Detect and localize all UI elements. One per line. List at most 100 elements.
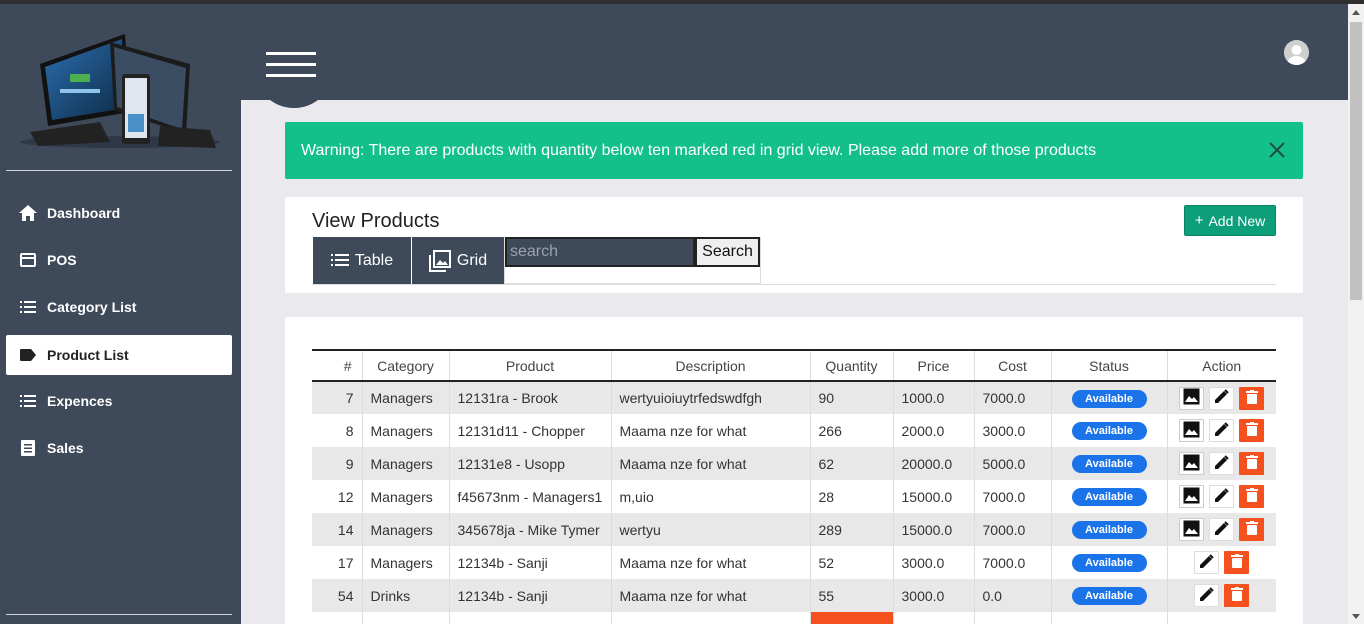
column-header[interactable]: Action bbox=[1167, 349, 1276, 382]
delete-button[interactable] bbox=[1239, 518, 1265, 541]
trash-icon bbox=[1245, 422, 1258, 439]
column-header[interactable]: Status bbox=[1051, 349, 1168, 382]
sidebar-item-label: Category List bbox=[47, 299, 137, 315]
delete-button[interactable] bbox=[1239, 452, 1265, 475]
products-table: # Category Product Description Quantity … bbox=[312, 349, 1276, 624]
delete-button[interactable] bbox=[1224, 551, 1250, 574]
sidebar-item-label: Sales bbox=[47, 440, 84, 456]
status-badge: Available bbox=[1071, 488, 1147, 506]
column-header[interactable]: Cost bbox=[974, 349, 1052, 382]
cell-product: 12131e8 - Usopp bbox=[449, 447, 612, 480]
view-image-button[interactable] bbox=[1179, 452, 1205, 475]
view-image-button[interactable] bbox=[1179, 485, 1205, 508]
delete-button[interactable] bbox=[1239, 419, 1265, 442]
delete-button[interactable] bbox=[1224, 584, 1250, 607]
trash-icon bbox=[1245, 488, 1258, 505]
view-image-button[interactable] bbox=[1179, 386, 1205, 410]
cell-id: 54 bbox=[312, 579, 363, 612]
table-header-row: # Category Product Description Quantity … bbox=[312, 349, 1276, 382]
sidebar-item-category-list[interactable]: Category List bbox=[6, 287, 232, 327]
add-new-button[interactable]: + Add New bbox=[1184, 205, 1276, 236]
column-header[interactable]: Product bbox=[449, 349, 612, 382]
cell-empty bbox=[611, 612, 811, 624]
delete-button[interactable] bbox=[1239, 386, 1265, 410]
add-new-label: Add New bbox=[1208, 212, 1266, 229]
cell-empty bbox=[974, 612, 1052, 624]
cell-quantity: 52 bbox=[810, 546, 894, 579]
cell-action bbox=[1167, 546, 1276, 579]
cell-status: Available bbox=[1051, 480, 1168, 513]
edit-button[interactable] bbox=[1194, 584, 1220, 607]
pencil-icon bbox=[1214, 421, 1229, 440]
row-actions bbox=[1168, 584, 1277, 607]
page-scrollbar[interactable] bbox=[1348, 4, 1364, 624]
column-header[interactable]: # bbox=[312, 349, 363, 382]
list-icon bbox=[330, 253, 349, 266]
table-row: 54 Drinks 12134b - Sanji Maama nze for what… bbox=[312, 579, 1276, 612]
cell-cost: 3000.0 bbox=[974, 414, 1052, 447]
sidebar: Dashboard POS Category List Product List… bbox=[0, 4, 241, 624]
column-header[interactable]: Price bbox=[893, 349, 975, 382]
scroll-up-arrow-icon[interactable] bbox=[1352, 10, 1360, 15]
edit-button[interactable] bbox=[1209, 485, 1235, 508]
edit-button[interactable] bbox=[1209, 452, 1235, 475]
tag-icon bbox=[19, 346, 37, 364]
cell-price: 3000.0 bbox=[893, 579, 975, 612]
image-icon bbox=[1183, 520, 1200, 540]
trash-icon bbox=[1245, 455, 1258, 472]
cell-id: 17 bbox=[312, 546, 363, 579]
cell-id: 9 bbox=[312, 447, 363, 480]
scrollbar-thumb[interactable] bbox=[1350, 22, 1362, 300]
cell-cost: 7000.0 bbox=[974, 546, 1052, 579]
cell-price: 15000.0 bbox=[893, 480, 975, 513]
column-header[interactable]: Category bbox=[362, 349, 450, 382]
status-badge: Available bbox=[1071, 554, 1147, 572]
sidebar-item-product-list[interactable]: Product List bbox=[6, 335, 232, 375]
cell-quantity: 62 bbox=[810, 447, 894, 480]
cell-price: 1000.0 bbox=[893, 381, 975, 414]
sidebar-item-expences[interactable]: Expences bbox=[6, 381, 232, 421]
close-icon[interactable] bbox=[1267, 140, 1287, 160]
view-image-button[interactable] bbox=[1179, 518, 1205, 541]
search-button[interactable]: Search bbox=[695, 237, 760, 267]
cell-category: Managers bbox=[362, 480, 450, 513]
sidebar-item-sales[interactable]: Sales bbox=[6, 428, 232, 468]
column-header[interactable]: Description bbox=[611, 349, 811, 382]
cell-description: Maama nze for what bbox=[611, 546, 811, 579]
pencil-icon bbox=[1214, 520, 1229, 539]
tab-label: Table bbox=[354, 251, 394, 269]
page-title: View Products bbox=[312, 210, 440, 232]
delete-button[interactable] bbox=[1239, 485, 1265, 508]
cell-cost: 5000.0 bbox=[974, 447, 1052, 480]
edit-button[interactable] bbox=[1194, 551, 1220, 574]
edit-button[interactable] bbox=[1209, 419, 1235, 442]
user-avatar[interactable] bbox=[1284, 40, 1309, 65]
sidebar-item-dashboard[interactable]: Dashboard bbox=[6, 193, 232, 233]
column-header[interactable]: Quantity bbox=[810, 349, 894, 382]
view-image-button[interactable] bbox=[1179, 419, 1205, 442]
sidebar-item-pos[interactable]: POS bbox=[6, 240, 232, 280]
home-icon bbox=[19, 204, 37, 222]
cell-product: 12131d11 - Chopper bbox=[449, 414, 612, 447]
cell-quantity: 289 bbox=[810, 513, 894, 546]
tab-grid[interactable]: Grid bbox=[412, 237, 504, 284]
cell-product: 12134b - Sanji bbox=[449, 546, 612, 579]
cell-category: Managers bbox=[362, 513, 450, 546]
cell-category: Drinks bbox=[362, 579, 450, 612]
trash-icon bbox=[1245, 521, 1258, 538]
cell-category: Managers bbox=[362, 381, 450, 414]
cell-id: 14 bbox=[312, 513, 363, 546]
edit-button[interactable] bbox=[1209, 518, 1235, 541]
cell-action bbox=[1167, 447, 1276, 480]
cell-action bbox=[1167, 480, 1276, 513]
scroll-down-arrow-icon[interactable] bbox=[1352, 614, 1360, 619]
search-input[interactable] bbox=[505, 237, 695, 267]
cell-empty bbox=[362, 612, 450, 624]
tab-table[interactable]: Table bbox=[313, 237, 411, 284]
hamburger-menu-icon[interactable] bbox=[266, 52, 316, 78]
row-actions bbox=[1168, 518, 1277, 541]
pencil-icon bbox=[1199, 553, 1214, 572]
edit-button[interactable] bbox=[1209, 386, 1235, 410]
list-icon bbox=[19, 298, 37, 316]
pencil-icon bbox=[1214, 454, 1229, 473]
